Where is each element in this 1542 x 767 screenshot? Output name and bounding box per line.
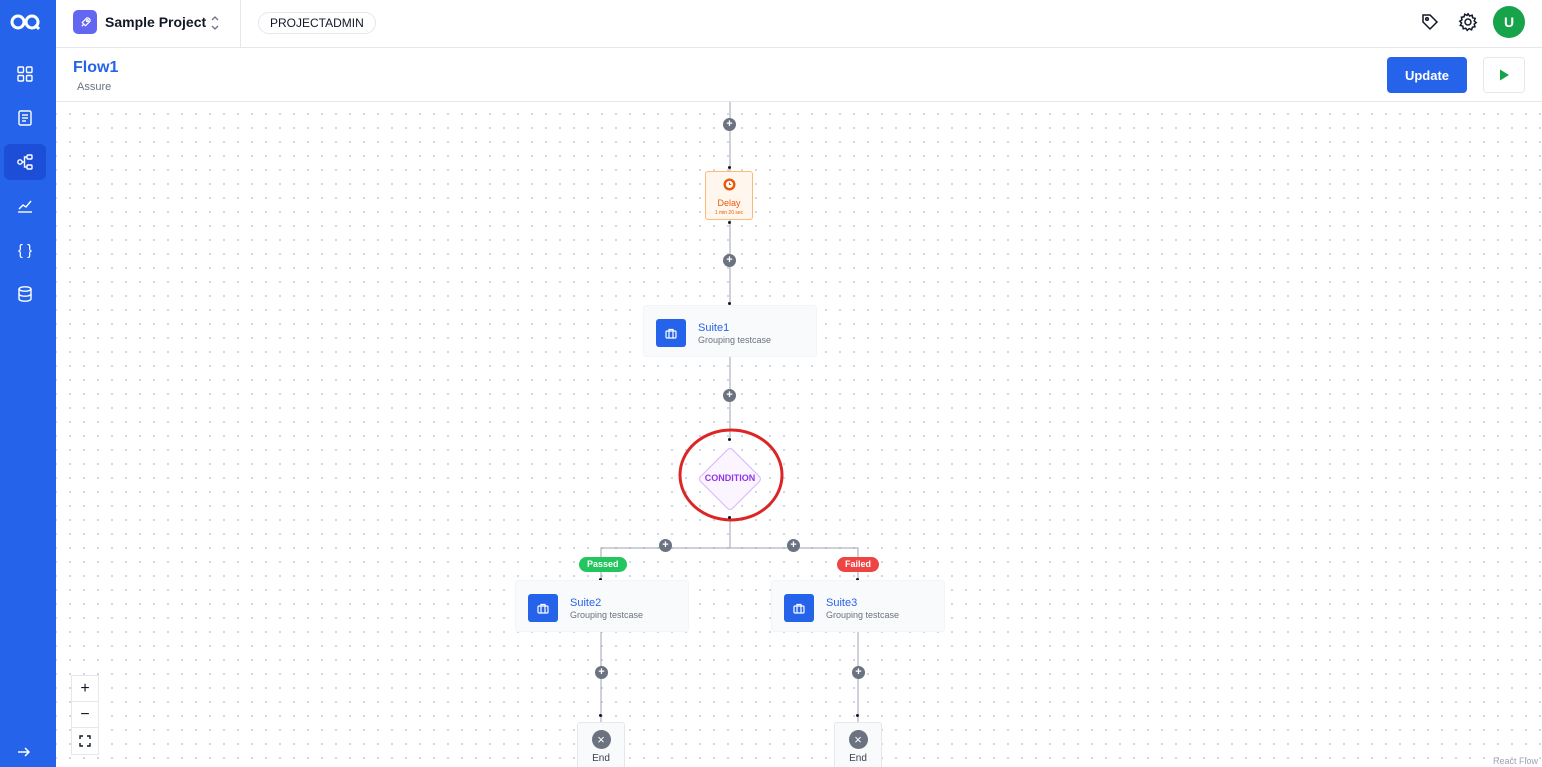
failed-badge: Failed bbox=[837, 557, 880, 572]
suite-node-suite1[interactable]: Suite1 Grouping testcase bbox=[643, 305, 817, 357]
grid-icon bbox=[17, 66, 33, 82]
delay-node[interactable]: Delay 1 min 20 sec bbox=[705, 171, 753, 220]
add-step-button[interactable]: + bbox=[595, 666, 608, 679]
add-step-button[interactable]: + bbox=[787, 539, 800, 552]
database-icon bbox=[18, 286, 32, 302]
passed-badge: Passed bbox=[579, 557, 627, 572]
zoom-in-button[interactable]: + bbox=[72, 676, 98, 702]
end-label: End bbox=[849, 753, 867, 764]
suite-name: Suite1 bbox=[698, 322, 730, 334]
play-icon bbox=[1500, 69, 1509, 81]
expand-sidebar-icon[interactable] bbox=[14, 742, 34, 762]
add-step-button[interactable]: + bbox=[723, 389, 736, 402]
fit-view-button[interactable] bbox=[72, 728, 98, 754]
avatar[interactable]: U bbox=[1493, 6, 1525, 38]
end-label: End bbox=[592, 753, 610, 764]
suite-desc: Grouping testcase bbox=[698, 335, 772, 345]
clock-icon bbox=[723, 178, 735, 191]
add-step-button[interactable]: + bbox=[659, 539, 672, 552]
zoom-out-button[interactable]: − bbox=[72, 702, 98, 728]
flow-title[interactable]: Flow1 bbox=[73, 59, 118, 77]
sidebar-item-dashboard[interactable] bbox=[4, 56, 46, 92]
suite-node-suite3[interactable]: Suite3 Grouping testcase bbox=[771, 580, 945, 632]
fit-view-icon bbox=[79, 735, 91, 747]
update-button[interactable]: Update bbox=[1387, 57, 1467, 93]
run-button[interactable] bbox=[1483, 57, 1525, 93]
handle[interactable] bbox=[728, 166, 731, 169]
gear-icon[interactable] bbox=[1458, 12, 1478, 32]
suite-node-suite2[interactable]: Suite2 Grouping testcase bbox=[515, 580, 689, 632]
delay-label: Delay bbox=[717, 198, 741, 208]
divider bbox=[240, 0, 241, 48]
project-selector[interactable]: Sample Project bbox=[105, 14, 206, 30]
handle[interactable] bbox=[599, 714, 602, 717]
end-node-left[interactable]: × End bbox=[577, 722, 625, 767]
suite-desc: Grouping testcase bbox=[826, 610, 900, 620]
sidebar-item-flows[interactable] bbox=[4, 144, 46, 180]
suite-name: Suite3 bbox=[826, 597, 858, 609]
handle[interactable] bbox=[728, 221, 731, 224]
add-step-button[interactable]: + bbox=[723, 254, 736, 267]
sidebar-item-data[interactable] bbox=[4, 276, 46, 312]
zoom-controls: + − bbox=[71, 675, 99, 755]
suite-icon bbox=[784, 594, 814, 622]
flow-header: Flow1 Assure Update bbox=[56, 49, 1542, 102]
flow-subtitle: Assure bbox=[77, 81, 112, 93]
braces-icon: { } bbox=[17, 241, 33, 259]
chevron-updown-icon[interactable] bbox=[209, 14, 221, 32]
add-step-button[interactable]: + bbox=[852, 666, 865, 679]
handle[interactable] bbox=[856, 714, 859, 717]
suite-icon bbox=[528, 594, 558, 622]
sidebar-item-testcases[interactable] bbox=[4, 100, 46, 136]
flow-canvas[interactable]: + Delay 1 min 20 sec + Suite1 Grouping t… bbox=[56, 102, 1542, 767]
tag-icon[interactable] bbox=[1420, 12, 1440, 32]
add-step-button[interactable]: + bbox=[723, 118, 736, 131]
sidebar-item-reports[interactable] bbox=[4, 188, 46, 224]
handle[interactable] bbox=[728, 516, 731, 519]
suite-desc: Grouping testcase bbox=[570, 610, 644, 620]
highlight-circle bbox=[678, 428, 784, 522]
close-icon: × bbox=[591, 730, 611, 749]
sidebar: { } bbox=[0, 0, 56, 767]
chart-icon bbox=[18, 200, 32, 213]
sidebar-item-variables[interactable]: { } bbox=[4, 232, 46, 268]
flow-edges bbox=[600, 102, 859, 722]
app-logo[interactable] bbox=[8, 10, 44, 34]
flow-icon bbox=[17, 154, 33, 170]
close-icon: × bbox=[848, 730, 868, 749]
suite-icon bbox=[656, 319, 686, 347]
delay-time: 1 min 20 sec bbox=[714, 210, 744, 216]
top-bar: Sample Project PROJECTADMIN U bbox=[56, 0, 1542, 48]
rocket-icon bbox=[73, 10, 97, 34]
list-icon bbox=[18, 110, 32, 126]
react-flow-attribution[interactable]: React Flow bbox=[1493, 756, 1538, 766]
role-badge: PROJECTADMIN bbox=[258, 12, 376, 34]
end-node-right[interactable]: × End bbox=[834, 722, 882, 767]
suite-name: Suite2 bbox=[570, 597, 602, 609]
